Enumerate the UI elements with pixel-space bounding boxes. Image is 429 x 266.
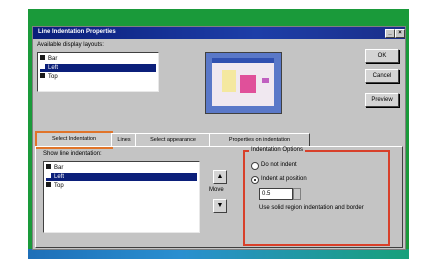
bottom-list-label: Show line indentation:	[43, 151, 102, 157]
indentation-options-group: Indentation Options Do not indent Indent…	[243, 147, 390, 246]
layout-preview	[205, 52, 282, 114]
checkbox-icon[interactable]	[46, 163, 51, 169]
checkbox-icon[interactable]	[40, 72, 45, 78]
list-item[interactable]: Left	[40, 63, 156, 72]
options-note: Use solid region indentation and border	[259, 205, 364, 211]
indentation-listbox[interactable]: Bar Left Top	[43, 161, 200, 233]
list-item[interactable]: Bar	[46, 163, 197, 172]
tab-select-appearance[interactable]: Select appearance	[135, 133, 211, 147]
cancel-button[interactable]: Cancel	[365, 69, 399, 83]
position-spinbox[interactable]: 0.5	[259, 188, 293, 200]
radio-do-not-indent[interactable]	[251, 162, 259, 170]
taskbar-strip	[28, 249, 409, 259]
layout-listbox[interactable]: Bar Left Top	[37, 52, 159, 92]
close-button[interactable]: ×	[395, 29, 405, 38]
preview-window	[212, 58, 274, 106]
properties-dialog: Line Indentation Properties _ × Availabl…	[32, 26, 406, 250]
checkbox-icon[interactable]	[40, 54, 45, 60]
move-down-button[interactable]: ▼	[213, 199, 227, 213]
checkbox-icon[interactable]	[46, 181, 51, 187]
list-item[interactable]: Bar	[40, 54, 156, 63]
checkbox-icon[interactable]	[46, 172, 51, 178]
list-item[interactable]: Left	[46, 172, 197, 181]
tab-lines[interactable]: Lines	[111, 133, 137, 147]
window-title: Line Indentation Properties	[38, 29, 116, 35]
minimize-button[interactable]: _	[385, 29, 395, 38]
preview-button[interactable]: Preview	[365, 93, 399, 107]
radio-indent-at-position[interactable]	[251, 176, 259, 184]
checkbox-icon[interactable]	[40, 63, 45, 69]
move-up-button[interactable]: ▲	[213, 170, 227, 184]
ok-button[interactable]: OK	[365, 49, 399, 63]
title-bar[interactable]: Line Indentation Properties _ ×	[33, 27, 405, 39]
move-label: Move	[209, 187, 224, 193]
list-item[interactable]: Top	[40, 72, 156, 81]
group-title: Indentation Options	[249, 147, 306, 153]
option-label: Indent at position	[261, 176, 307, 182]
list-item[interactable]: Top	[46, 181, 197, 190]
top-list-label: Available display layouts:	[37, 42, 104, 48]
spin-arrows[interactable]	[293, 188, 301, 200]
option-label: Do not indent	[261, 162, 297, 168]
tab-properties[interactable]: Properties on indentation	[209, 133, 310, 147]
